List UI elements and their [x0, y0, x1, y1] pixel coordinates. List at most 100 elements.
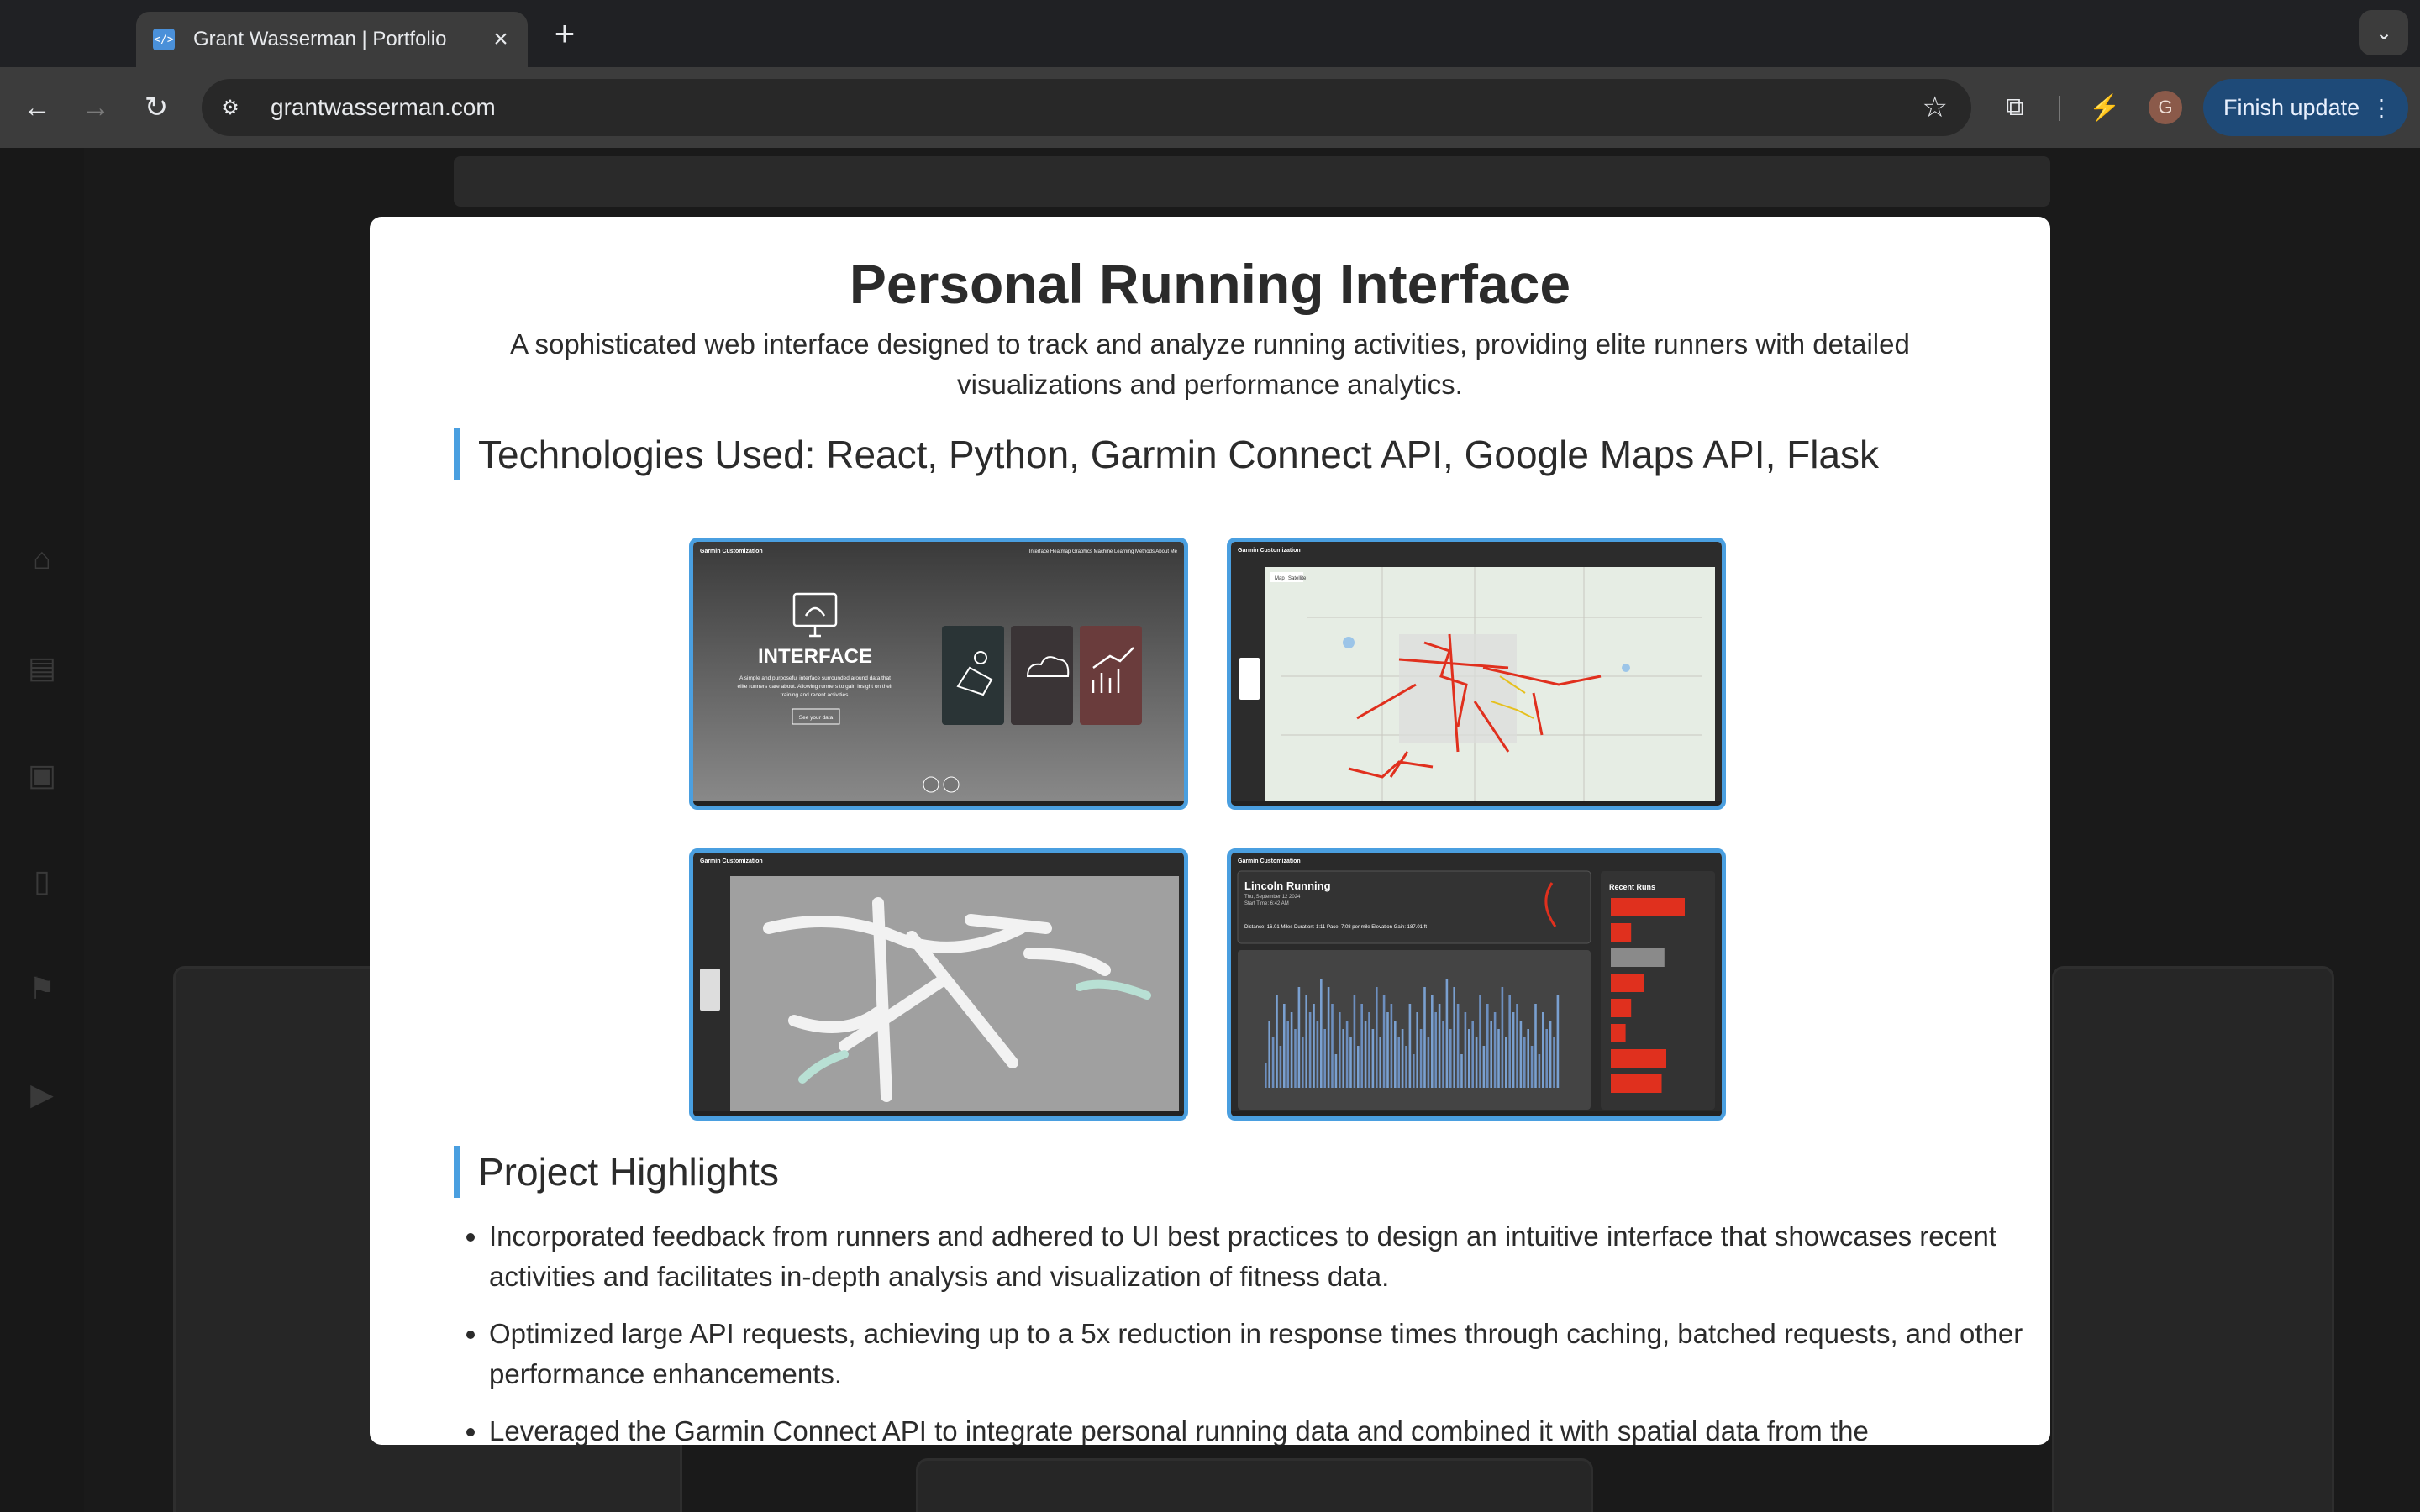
shot-brand: Garmin Customization	[1238, 858, 1301, 864]
chart-bar	[1456, 1004, 1460, 1088]
chart-bar	[1519, 1021, 1523, 1088]
recent-run-bar[interactable]	[1611, 999, 1632, 1017]
highlights-list: Incorporated feedback from runners and a…	[454, 1216, 2027, 1445]
chart-bar	[1512, 1012, 1515, 1088]
chart-bar	[1505, 1037, 1507, 1088]
url-text[interactable]: grantwasserman.com	[271, 94, 1923, 121]
finish-update-label: Finish update	[2223, 94, 2360, 120]
recent-run-bar[interactable]	[1611, 898, 1685, 916]
chart-bar	[1471, 1021, 1474, 1088]
chart-bar	[1542, 1012, 1544, 1088]
profile-avatar[interactable]: G	[2149, 91, 2182, 124]
tab-title: Grant Wasserman | Portfolio	[193, 28, 447, 50]
sidebar-dim-icon: ▣	[27, 758, 56, 792]
chart-bar	[1268, 1021, 1270, 1088]
browser-tab-active[interactable]: </> Grant Wasserman | Portfolio ×	[136, 12, 528, 67]
chart-bar	[1379, 1037, 1381, 1088]
chart-bar	[1413, 1054, 1415, 1088]
chart-bar	[1349, 1037, 1352, 1088]
chart-bar	[1449, 1029, 1452, 1088]
back-arrow-icon[interactable]: ←	[17, 87, 57, 128]
bookmark-star-icon[interactable]: ☆	[1923, 91, 1948, 124]
chart-bar	[1460, 1054, 1463, 1088]
chart-bar	[1376, 987, 1378, 1088]
chart-bar	[1527, 1029, 1529, 1088]
screenshot-interface[interactable]: Garmin Customization Interface Heatmap G…	[689, 538, 1188, 810]
recent-run-bar[interactable]	[1611, 923, 1632, 942]
chart-bar	[1431, 995, 1434, 1088]
sidebar-dim-icon: ⚑	[28, 971, 56, 1005]
interface-text: elite runners care about. Allowing runne…	[738, 684, 894, 690]
code-favicon-icon: </>	[153, 29, 175, 50]
chart-bar	[1442, 1021, 1444, 1088]
highlights-heading: Project Highlights	[454, 1146, 779, 1198]
recent-run-bar[interactable]	[1611, 1049, 1666, 1068]
screenshot-run-dashboard[interactable]: Garmin Customization Lincoln Running Thu…	[1227, 848, 1726, 1121]
screenshot-satellite-heatmap[interactable]: Garmin Customization	[689, 848, 1188, 1121]
browser-toolbar: ← → ↻ ⚙ grantwasserman.com ☆ ⧉ ⚡ G Finis…	[0, 67, 2420, 148]
chart-bar	[1468, 1029, 1470, 1088]
chart-bar	[1434, 1012, 1437, 1088]
tab-strip: </> Grant Wasserman | Portfolio × + ⌄	[0, 0, 2420, 67]
chart-bar	[1290, 1012, 1293, 1088]
chart-bar	[1342, 1029, 1344, 1088]
next-arrow-icon	[943, 776, 960, 793]
chart-bar	[1464, 1012, 1467, 1088]
recent-runs-label: Recent Runs	[1609, 883, 1655, 891]
heatmap-controls	[1239, 658, 1260, 700]
address-bar[interactable]: ⚙ grantwasserman.com ☆	[202, 79, 1971, 136]
reload-icon[interactable]: ↻	[136, 87, 176, 128]
run-stats: Distance: 16.01 Miles Duration: 1:11 Pac…	[1244, 925, 1427, 930]
chart-bar	[1320, 979, 1323, 1088]
sidebar-dim-icon: ⌂	[33, 541, 51, 575]
chart-bar	[1416, 1012, 1418, 1088]
chart-bar	[1401, 1029, 1404, 1088]
chart-bar	[1501, 987, 1504, 1088]
chart-bar	[1490, 1021, 1492, 1088]
chart-bar	[1497, 1029, 1500, 1088]
modal-description: A sophisticated web interface designed t…	[510, 328, 1910, 400]
performance-icon[interactable]: ⚡	[2085, 87, 2125, 128]
extensions-puzzle-icon[interactable]: ⧉	[1995, 87, 2035, 128]
screenshot-gallery: Garmin Customization Interface Heatmap G…	[689, 538, 1731, 1126]
close-tab-icon[interactable]: ×	[486, 24, 516, 55]
site-info-icon[interactable]: ⚙	[210, 87, 250, 128]
chart-bar	[1313, 1004, 1315, 1088]
chart-bar	[1364, 1021, 1367, 1088]
chart-bar	[1294, 1029, 1297, 1088]
chart-bar	[1368, 1012, 1370, 1088]
sidebar-dim-icon: ▶	[30, 1077, 54, 1111]
recent-run-bar[interactable]	[1611, 1074, 1662, 1093]
chart-bar	[1408, 1004, 1412, 1088]
chart-bar	[1545, 1029, 1548, 1088]
recent-run-bar[interactable]	[1611, 948, 1665, 967]
chart-bar	[1390, 1004, 1393, 1088]
toolbar-divider	[2059, 96, 2060, 121]
project-modal: Personal Running Interface A sophisticat…	[370, 217, 2050, 1445]
chart-bar	[1305, 995, 1307, 1088]
kebab-menu-icon[interactable]: ⋮	[2370, 94, 2393, 122]
shot-brand: Garmin Customization	[700, 549, 763, 554]
chart-bar	[1394, 1021, 1397, 1088]
chart-bar	[1334, 1054, 1338, 1088]
highlight-item: Optimized large API requests, achieving …	[489, 1314, 2027, 1394]
finish-update-button[interactable]: Finish update ⋮	[2203, 79, 2408, 136]
chart-bar	[1405, 1046, 1407, 1088]
screenshot-heatmap[interactable]: Garmin Customization Map Satellite	[1227, 538, 1726, 810]
chart-bar	[1283, 1004, 1286, 1088]
recent-run-bar[interactable]	[1611, 1024, 1626, 1042]
interface-text: training and recent activities.	[781, 692, 850, 698]
dim-hero-banner	[454, 156, 2050, 207]
chart-bar	[1445, 979, 1449, 1088]
chart-bar	[1479, 995, 1481, 1088]
chart-bar	[1302, 1037, 1304, 1088]
tab-search-chevron-icon[interactable]: ⌄	[2360, 10, 2408, 55]
chart-bar	[1316, 1021, 1319, 1088]
map-card	[942, 626, 1004, 725]
forward-arrow-icon[interactable]: →	[76, 87, 116, 128]
chart-bar	[1438, 1004, 1441, 1088]
chart-bar	[1357, 1046, 1360, 1088]
new-tab-icon[interactable]: +	[546, 15, 583, 52]
recent-run-bar[interactable]	[1611, 974, 1644, 992]
map-tab-satellite: Satellite	[1288, 576, 1307, 581]
